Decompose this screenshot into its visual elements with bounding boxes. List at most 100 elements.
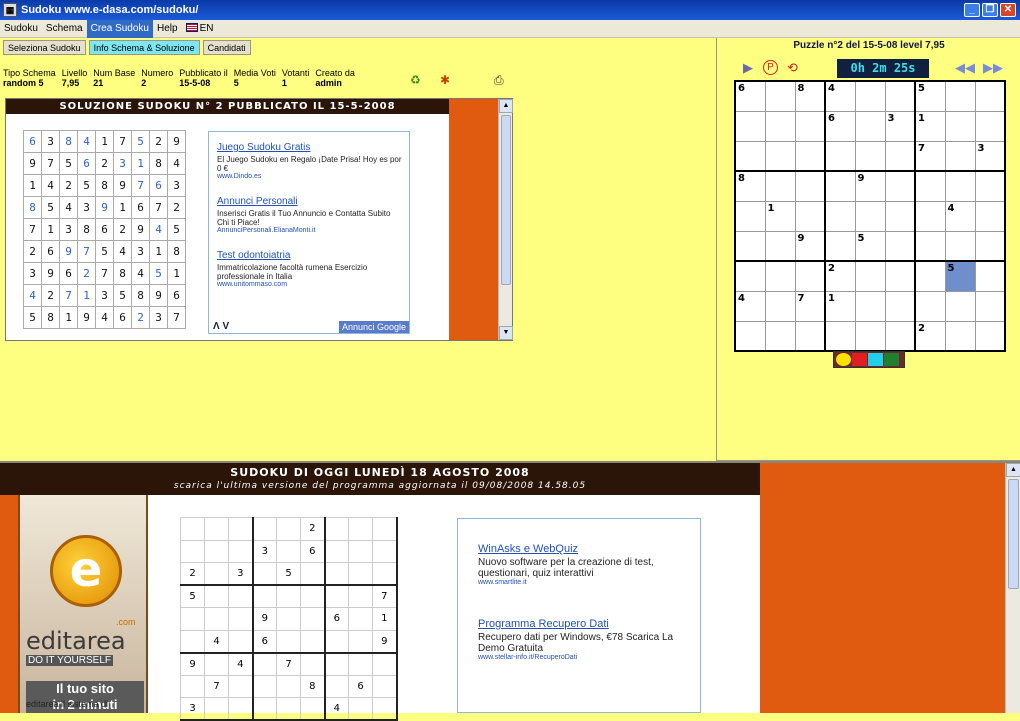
- scroll-thumb[interactable]: [1008, 479, 1019, 589]
- today-cell[interactable]: [276, 674, 301, 698]
- today-cell[interactable]: [252, 674, 277, 698]
- puzzle-cell[interactable]: 2: [914, 320, 946, 352]
- today-cell[interactable]: [252, 562, 277, 586]
- menu-sudoku[interactable]: Sudoku: [0, 20, 42, 38]
- ad-nav-arrows[interactable]: Λ V: [213, 321, 229, 332]
- puzzle-cell[interactable]: 4: [944, 200, 976, 232]
- puzzle-cell[interactable]: [914, 290, 946, 322]
- today-cell[interactable]: [372, 517, 398, 541]
- puzzle-cell[interactable]: [824, 200, 856, 232]
- puzzle-cell[interactable]: [854, 320, 886, 352]
- puzzle-cell[interactable]: [794, 140, 826, 172]
- today-cell[interactable]: [372, 539, 398, 563]
- puzzle-cell[interactable]: [944, 110, 976, 142]
- puzzle-cell[interactable]: [884, 290, 916, 322]
- today-cell[interactable]: [204, 539, 229, 563]
- today-cell[interactable]: [276, 629, 301, 654]
- today-cell[interactable]: [324, 562, 349, 586]
- puzzle-cell[interactable]: [734, 260, 766, 292]
- puzzle-cell[interactable]: [914, 200, 946, 232]
- scroll-down-icon[interactable]: ▼: [499, 326, 513, 340]
- puzzle-cell[interactable]: [764, 260, 796, 292]
- today-cell[interactable]: 8: [300, 674, 326, 698]
- puzzle-cell[interactable]: [974, 320, 1006, 352]
- puzzle-cell[interactable]: [824, 140, 856, 172]
- puzzle-cell[interactable]: [884, 230, 916, 262]
- today-cell[interactable]: [348, 697, 373, 721]
- puzzle-cell[interactable]: [944, 80, 976, 112]
- puzzle-cell[interactable]: 3: [974, 140, 1006, 172]
- puzzle-cell[interactable]: 4: [824, 80, 856, 112]
- page-scrollbar[interactable]: ▲: [1005, 463, 1020, 713]
- today-cell[interactable]: 1: [372, 607, 398, 631]
- puzzle-cell[interactable]: [764, 110, 796, 142]
- today-cell[interactable]: [372, 652, 398, 676]
- today-cell[interactable]: 9: [372, 629, 398, 654]
- scroll-thumb[interactable]: [501, 115, 511, 285]
- ad-title[interactable]: Juego Sudoku Gratis: [217, 142, 403, 153]
- today-cell[interactable]: 6: [300, 539, 326, 563]
- puzzle-cell[interactable]: [974, 290, 1006, 322]
- solution-scrollbar[interactable]: ▲ ▼: [498, 99, 513, 340]
- today-cell[interactable]: [180, 539, 205, 563]
- puzzle-cell[interactable]: 1: [824, 290, 856, 322]
- puzzle-cell[interactable]: [734, 200, 766, 232]
- puzzle-cell[interactable]: [884, 260, 916, 292]
- puzzle-cell[interactable]: [884, 320, 916, 352]
- today-cell[interactable]: 7: [276, 652, 301, 676]
- today-cell[interactable]: [348, 629, 373, 654]
- ad-url[interactable]: www.unitommaso.com: [217, 281, 403, 288]
- puzzle-cell[interactable]: [974, 260, 1006, 292]
- tab-candidati[interactable]: Candidati: [202, 39, 251, 55]
- puzzle-cell[interactable]: [884, 80, 916, 112]
- puzzle-cell[interactable]: [794, 260, 826, 292]
- puzzle-cell[interactable]: 7: [794, 290, 826, 322]
- today-cell[interactable]: [204, 517, 229, 541]
- menu-help[interactable]: Help: [153, 20, 182, 38]
- puzzle-cell[interactable]: [974, 200, 1006, 232]
- rewind-icon[interactable]: ◀◀: [955, 60, 975, 76]
- close-icon[interactable]: ✕: [1000, 3, 1016, 17]
- puzzle-cell[interactable]: [824, 170, 856, 202]
- today-cell[interactable]: [324, 674, 349, 698]
- puzzle-cell[interactable]: [854, 110, 886, 142]
- puzzle-cell[interactable]: [854, 260, 886, 292]
- today-cell[interactable]: [372, 562, 398, 586]
- puzzle-cell[interactable]: 1: [764, 200, 796, 232]
- today-cell[interactable]: [276, 584, 301, 608]
- pause-icon[interactable]: P: [763, 60, 778, 75]
- menu-schema[interactable]: Schema: [42, 20, 87, 38]
- puzzle-cell[interactable]: 5: [854, 230, 886, 262]
- today-cell[interactable]: [252, 584, 277, 608]
- today-cell[interactable]: [180, 607, 205, 631]
- today-cell[interactable]: 9: [252, 607, 277, 631]
- today-cell[interactable]: 4: [204, 629, 229, 654]
- today-cell[interactable]: [324, 539, 349, 563]
- puzzle-cell[interactable]: [914, 170, 946, 202]
- puzzle-cell[interactable]: [764, 80, 796, 112]
- today-cell[interactable]: 3: [180, 697, 205, 721]
- ad-url[interactable]: AnnunciPersonali.ElianaMonti.it: [217, 227, 403, 234]
- puzzle-cell[interactable]: 5: [914, 80, 946, 112]
- puzzle-cell[interactable]: [794, 110, 826, 142]
- ad-url[interactable]: www.Dindo.es: [217, 173, 403, 180]
- puzzle-cell[interactable]: 1: [914, 110, 946, 142]
- ad-url[interactable]: www.smartlite.it: [478, 579, 688, 586]
- today-cell[interactable]: 7: [372, 584, 398, 608]
- today-cell[interactable]: 6: [348, 674, 373, 698]
- annunci-google-badge[interactable]: Annunci Google: [338, 321, 409, 333]
- today-cell[interactable]: [348, 607, 373, 631]
- today-cell[interactable]: [204, 607, 229, 631]
- today-cell[interactable]: [324, 517, 349, 541]
- puzzle-cell[interactable]: [824, 230, 856, 262]
- today-cell[interactable]: [300, 652, 326, 676]
- today-cell[interactable]: 3: [228, 562, 254, 586]
- printer-icon[interactable]: ⎙: [494, 73, 504, 88]
- today-cell[interactable]: [180, 674, 205, 698]
- color-swatch[interactable]: [836, 353, 851, 366]
- puzzle-cell[interactable]: 9: [794, 230, 826, 262]
- today-cell[interactable]: 9: [180, 652, 205, 676]
- today-cell[interactable]: [348, 652, 373, 676]
- today-cell[interactable]: [300, 562, 326, 586]
- today-cell[interactable]: [348, 584, 373, 608]
